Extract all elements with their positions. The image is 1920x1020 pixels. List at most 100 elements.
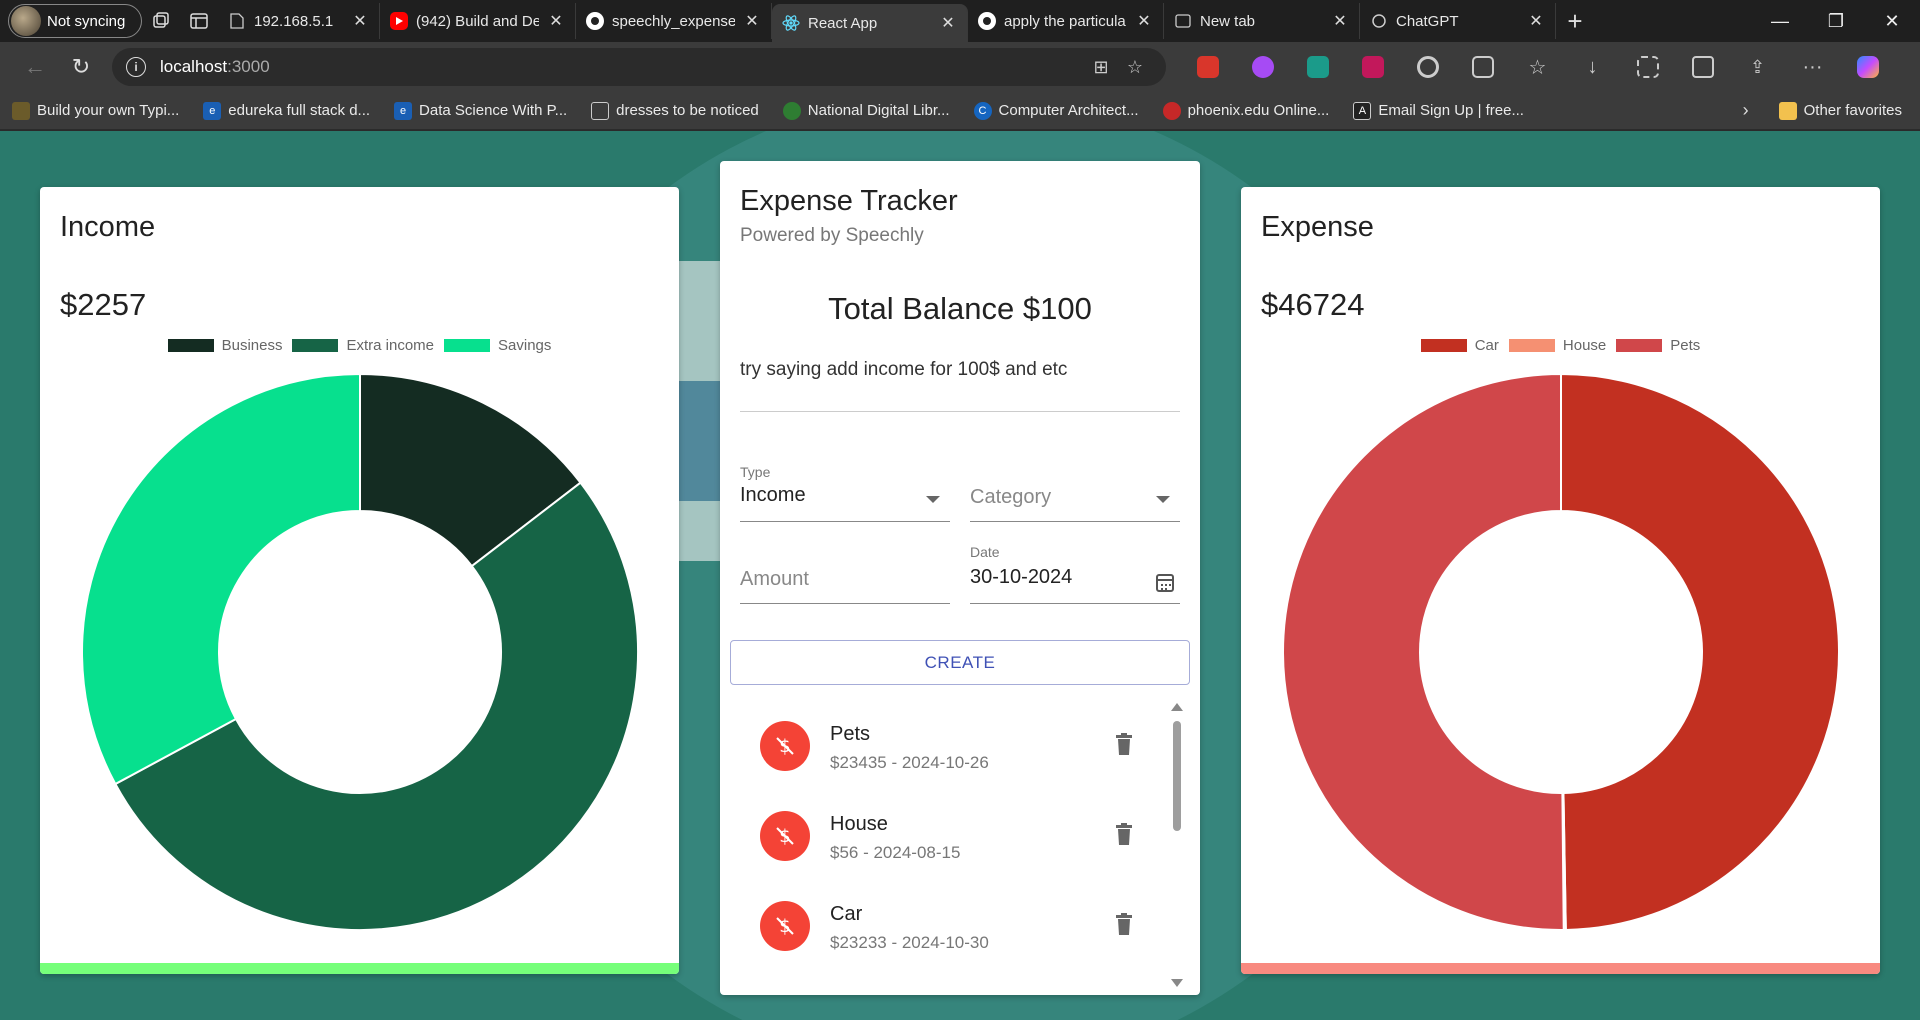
amount-placeholder: Amount [740, 568, 809, 590]
bookmark-page-icon [591, 101, 610, 120]
date-field[interactable]: Date 30-10-2024 [970, 544, 1180, 604]
close-icon[interactable]: ✕ [743, 11, 761, 31]
profile-label: Not syncing [47, 12, 126, 30]
back-arrow-icon[interactable]: ← [12, 47, 58, 87]
divider [740, 411, 1180, 412]
bookmark-favicon-icon: e [203, 101, 222, 120]
close-icon[interactable]: ✕ [351, 11, 369, 31]
extension-purple-icon[interactable] [1235, 47, 1290, 87]
bookmark-favicon-icon: C [973, 101, 992, 120]
tab-title: ChatGPT [1396, 12, 1459, 30]
bookmark-item[interactable]: phoenix.edu Online... [1162, 101, 1329, 120]
apps-icon[interactable]: ⊞ [1084, 57, 1118, 78]
refresh-icon[interactable]: ↻ [58, 47, 104, 87]
url-field[interactable]: i localhost:3000 ⊞ ☆ [112, 48, 1166, 86]
other-favorites-folder[interactable]: Other favorites [1778, 101, 1902, 120]
extension-red-icon[interactable] [1180, 47, 1235, 87]
list-item[interactable]: $ Car $23233 - 2024-10-30 [730, 881, 1170, 971]
list-item[interactable]: $ Pets $23435 - 2024-10-26 [730, 701, 1170, 791]
restore-icon[interactable]: ❐ [1808, 0, 1864, 42]
list-item[interactable]: $ House $56 - 2024-08-15 [730, 791, 1170, 881]
scrollbar-thumb[interactable] [1173, 721, 1181, 831]
extension-store-icon[interactable] [1345, 47, 1400, 87]
tab-router[interactable]: 192.168.5.1 ✕ [218, 3, 380, 39]
bookmark-item[interactable]: C Computer Architect... [973, 101, 1139, 120]
income-accent-bar [40, 963, 679, 974]
close-icon[interactable]: ✕ [939, 13, 957, 33]
close-icon[interactable]: ✕ [1135, 11, 1153, 31]
chart-slice-pets[interactable] [1282, 372, 1565, 931]
address-bar: ← ↻ i localhost:3000 ⊞ ☆ ☆ ↓ ⇪ ··· [0, 42, 1920, 92]
bookmark-item[interactable]: Build your own Typi... [12, 101, 179, 120]
vertical-tabs-icon[interactable] [180, 4, 218, 38]
money-off-icon: $ [760, 901, 810, 951]
share-icon[interactable]: ⇪ [1730, 47, 1785, 87]
bookmark-item[interactable]: A Email Sign Up | free... [1353, 101, 1524, 120]
calendar-icon[interactable] [1156, 574, 1174, 592]
amount-field[interactable]: Amount [740, 546, 950, 604]
expense-doughnut-chart [1282, 372, 1840, 931]
url-text[interactable]: localhost:3000 [160, 57, 1084, 77]
new-tab-plus-icon[interactable]: + [1556, 4, 1594, 38]
delete-trash-icon[interactable] [1115, 913, 1133, 935]
bookmark-item[interactable]: e Data Science With P... [394, 101, 567, 120]
scroll-up-arrow-icon[interactable] [1171, 703, 1183, 711]
bookmark-favicon-icon [1162, 101, 1181, 120]
create-button[interactable]: CREATE [730, 640, 1190, 685]
site-info-icon[interactable]: i [126, 57, 146, 77]
bookmark-item[interactable]: dresses to be noticed [591, 101, 759, 120]
tab-github-speechly[interactable]: speechly_expense_ ✕ [576, 3, 772, 39]
date-value: 30-10-2024 [970, 566, 1073, 588]
close-icon[interactable]: ✕ [1331, 11, 1349, 31]
bookmark-favicon-icon: A [1353, 101, 1372, 120]
downloads-icon[interactable]: ↓ [1565, 47, 1620, 87]
scrollbar[interactable] [1170, 701, 1184, 991]
type-select[interactable]: Type Income [740, 464, 950, 522]
transaction-category: House [830, 813, 888, 835]
delete-trash-icon[interactable] [1115, 733, 1133, 755]
close-icon[interactable]: ✕ [547, 11, 565, 31]
delete-trash-icon[interactable] [1115, 823, 1133, 845]
scroll-down-arrow-icon[interactable] [1171, 979, 1183, 987]
expense-tracker-card: Expense Tracker Powered by Speechly Tota… [720, 161, 1200, 995]
window-close-icon[interactable]: ✕ [1864, 0, 1920, 42]
tab-new-tab[interactable]: New tab ✕ [1164, 3, 1360, 39]
tab-chatgpt[interactable]: ChatGPT ✕ [1360, 3, 1556, 39]
date-label: Date [970, 544, 1000, 560]
transaction-list[interactable]: $ Pets $23435 - 2024-10-26 $ House $56 -… [730, 701, 1190, 991]
profile-button[interactable]: Not syncing [8, 4, 142, 38]
bookmark-item[interactable]: e edureka full stack d... [203, 101, 370, 120]
transaction-meta: $23435 - 2024-10-26 [830, 753, 989, 772]
tab-title: speechly_expense_ [612, 12, 735, 30]
copilot-icon[interactable] [1840, 47, 1895, 87]
chart-slice-savings[interactable] [81, 372, 361, 786]
bookmark-favicon-icon: e [394, 101, 413, 120]
workspaces-icon[interactable] [142, 4, 180, 38]
category-select[interactable]: Category [970, 464, 1180, 522]
expense-accent-bar [1241, 963, 1880, 974]
transaction-meta: $23233 - 2024-10-30 [830, 933, 989, 952]
github-icon [978, 12, 996, 30]
tab-github-apply[interactable]: apply the particula ✕ [968, 3, 1164, 39]
tab-title: apply the particula [1004, 12, 1126, 30]
page-viewport: Income $2257 Business Extra income Savin… [0, 131, 1920, 1020]
extensions-puzzle-icon[interactable] [1455, 47, 1510, 87]
more-menu-icon[interactable]: ··· [1785, 47, 1840, 87]
tab-react-app[interactable]: React App ✕ [772, 4, 968, 42]
extension-target-icon[interactable] [1400, 47, 1455, 87]
screenshot-icon[interactable] [1620, 47, 1675, 87]
close-icon[interactable]: ✕ [1527, 11, 1545, 31]
category-placeholder: Category [970, 486, 1052, 508]
bookmark-item[interactable]: National Digital Libr... [782, 101, 950, 120]
tab-youtube[interactable]: (942) Build and De ✕ [380, 3, 576, 39]
minimize-icon[interactable]: — [1752, 0, 1808, 42]
chart-slice-car[interactable] [1560, 372, 1840, 931]
money-off-icon: $ [760, 721, 810, 771]
bookmarks-overflow-chevron-icon[interactable]: › [1743, 100, 1749, 121]
extension-teal-icon[interactable] [1290, 47, 1345, 87]
favorites-icon[interactable]: ☆ [1510, 47, 1565, 87]
income-doughnut-chart [81, 372, 639, 931]
collections-icon[interactable] [1675, 47, 1730, 87]
bookmark-favicon-icon [12, 101, 30, 120]
favorite-star-icon[interactable]: ☆ [1118, 57, 1152, 78]
